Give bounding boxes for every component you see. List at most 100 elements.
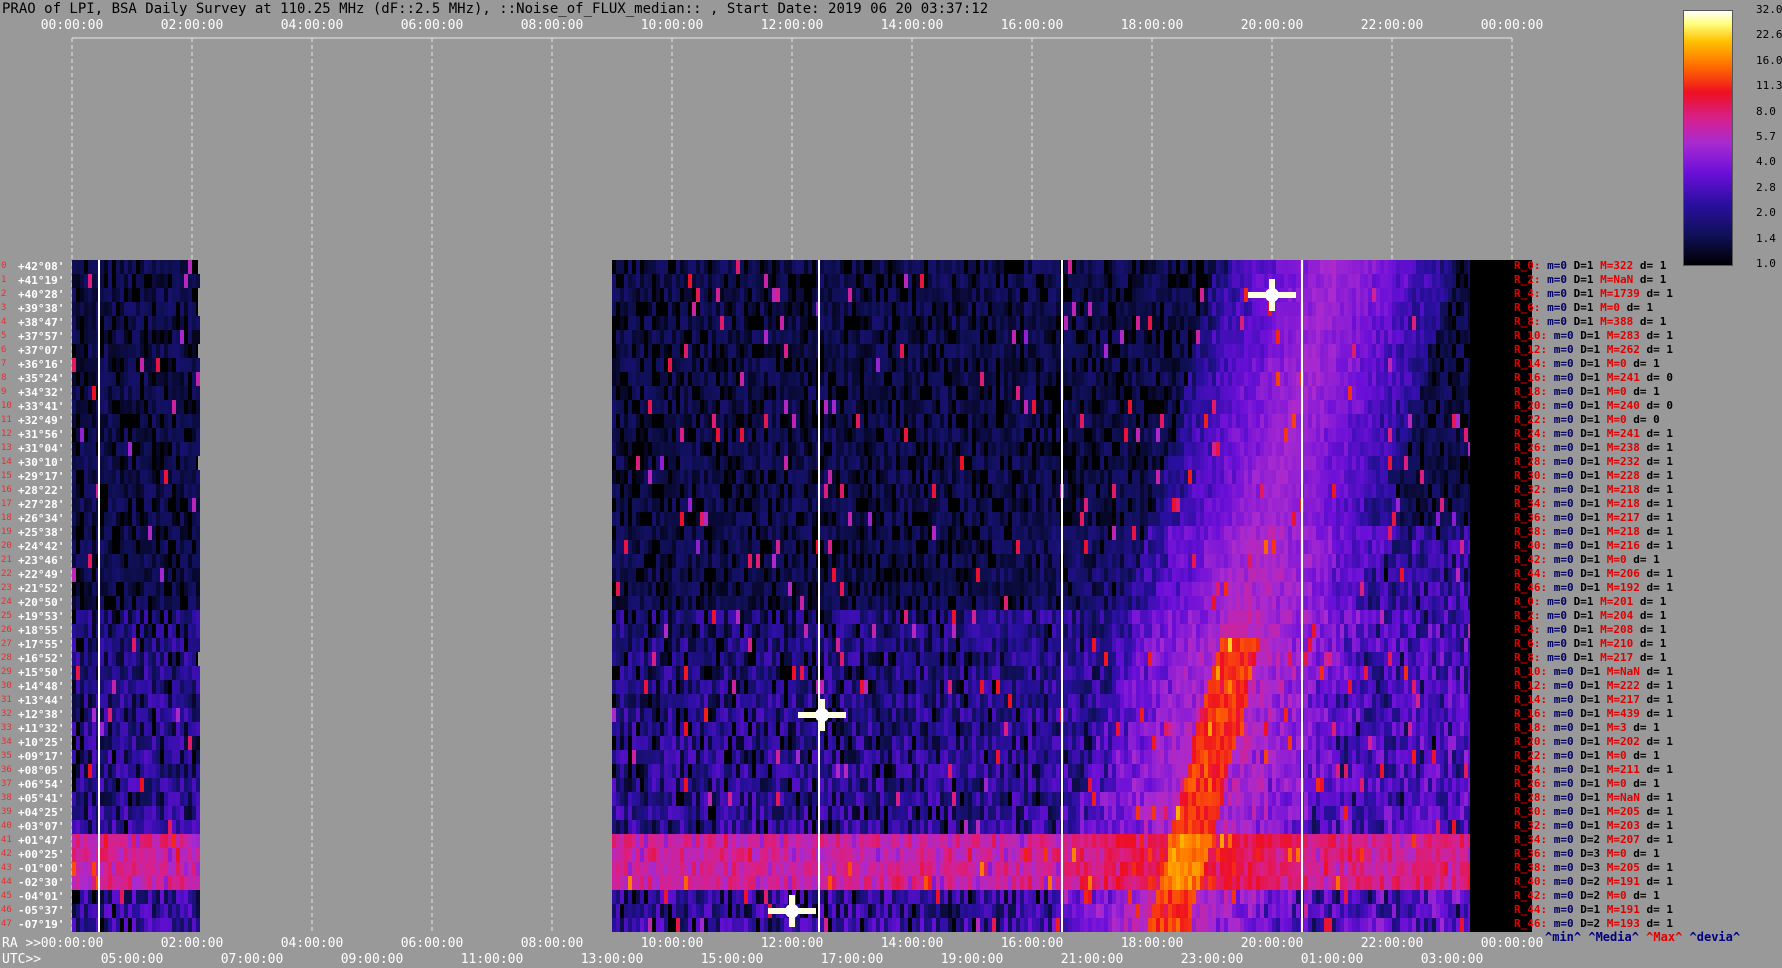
- heatmap-cell: [904, 400, 908, 414]
- heatmap-cell: [1120, 330, 1124, 344]
- heatmap-cell: [1072, 470, 1076, 484]
- heatmap-cell: [1324, 260, 1328, 274]
- heatmap-cell: [76, 876, 80, 890]
- heatmap-cell: [1340, 260, 1344, 274]
- heatmap-cell: [980, 288, 984, 302]
- heatmap-cell: [1352, 470, 1356, 484]
- heatmap-cell: [1392, 470, 1396, 484]
- heatmap-cell: [112, 638, 116, 652]
- heatmap-cell: [164, 876, 168, 890]
- heatmap-cell: [1128, 400, 1132, 414]
- heatmap-cell: [128, 400, 132, 414]
- heatmap-cell: [964, 302, 968, 316]
- heatmap-cell: [168, 568, 172, 582]
- heatmap-cell: [696, 260, 700, 274]
- heatmap-cell: [1260, 260, 1264, 274]
- heatmap-cell: [116, 904, 120, 918]
- heatmap-cell: [1228, 498, 1232, 512]
- heatmap-cell: [1140, 344, 1144, 358]
- heatmap-cell: [616, 428, 620, 442]
- heatmap-cell: [628, 414, 632, 428]
- heatmap-cell: [188, 834, 192, 848]
- heatmap-cell: [1416, 260, 1420, 274]
- heatmap-cell: [1348, 498, 1352, 512]
- heatmap-cell: [1008, 400, 1012, 414]
- heatmap-cell: [1448, 316, 1452, 330]
- heatmap-cell: [832, 316, 836, 330]
- heatmap-cell: [1236, 330, 1240, 344]
- heatmap-cell: [156, 582, 160, 596]
- heatmap-cell: [80, 778, 84, 792]
- heatmap-cell: [936, 288, 940, 302]
- heatmap-cell: [1016, 386, 1020, 400]
- heatmap-cell: [1076, 302, 1080, 316]
- heatmap-cell: [172, 274, 176, 288]
- heatmap-cell: [140, 596, 144, 610]
- heatmap-cell: [104, 344, 108, 358]
- heatmap-cell: [1008, 330, 1012, 344]
- heatmap-cell: [1248, 372, 1252, 386]
- heatmap-cell: [1404, 470, 1408, 484]
- heatmap-cell: [1056, 456, 1060, 470]
- heatmap-cell: [196, 680, 200, 694]
- heatmap-cell: [732, 372, 736, 386]
- heatmap-cell: [1088, 414, 1092, 428]
- heatmap-cell: [1440, 288, 1444, 302]
- heatmap-cell: [1244, 274, 1248, 288]
- heatmap-cell: [1368, 512, 1372, 526]
- heatmap-cell: [1436, 428, 1440, 442]
- heatmap-cell: [76, 708, 80, 722]
- heatmap-cell: [1040, 386, 1044, 400]
- heatmap-cell: [876, 316, 880, 330]
- heatmap-cell: [1312, 330, 1316, 344]
- heatmap-cell: [1456, 484, 1460, 498]
- heatmap-cell: [1104, 484, 1108, 498]
- heatmap-cell: [1408, 344, 1412, 358]
- heatmap-cell: [724, 372, 728, 386]
- heatmap-cell: [928, 414, 932, 428]
- heatmap-cell: [840, 414, 844, 428]
- heatmap-cell: [1128, 442, 1132, 456]
- heatmap-cell: [1424, 330, 1428, 344]
- heatmap-cell: [824, 428, 828, 442]
- heatmap-cell: [196, 470, 200, 484]
- heatmap-cell: [1248, 428, 1252, 442]
- heatmap-cell: [1432, 470, 1436, 484]
- heatmap-cell: [872, 372, 876, 386]
- heatmap-cell: [80, 344, 84, 358]
- heatmap-cell: [1336, 428, 1340, 442]
- heatmap-cell: [768, 372, 772, 386]
- heatmap-cell: [924, 470, 928, 484]
- heatmap-cell: [92, 680, 96, 694]
- heatmap-cell: [1092, 316, 1096, 330]
- heatmap-cell: [856, 344, 860, 358]
- heatmap-cell: [172, 876, 176, 890]
- heatmap-cell: [924, 498, 928, 512]
- heatmap-cell: [1192, 302, 1196, 316]
- heatmap-cell: [1076, 526, 1080, 540]
- heatmap-cell: [144, 596, 148, 610]
- heatmap-cell: [192, 736, 196, 750]
- heatmap-cell: [1408, 302, 1412, 316]
- heatmap-cell: [1032, 498, 1036, 512]
- heatmap-cell: [1200, 344, 1204, 358]
- heatmap-cell: [1280, 484, 1284, 498]
- heatmap-cell: [156, 792, 160, 806]
- heatmap-cell: [1276, 512, 1280, 526]
- heatmap-cell: [1140, 470, 1144, 484]
- heatmap-cell: [1340, 414, 1344, 428]
- heatmap-cell: [124, 806, 128, 820]
- heatmap-cell: [156, 512, 160, 526]
- heatmap-cell: [1212, 456, 1216, 470]
- heatmap-cell: [1388, 414, 1392, 428]
- heatmap-cell: [868, 372, 872, 386]
- heatmap-cell: [772, 344, 776, 358]
- heatmap-cell: [896, 344, 900, 358]
- heatmap-cell: [836, 512, 840, 526]
- heatmap-cell: [772, 512, 776, 526]
- heatmap-cell: [120, 736, 124, 750]
- heatmap-cell: [1024, 512, 1028, 526]
- heatmap-cell: [124, 666, 128, 680]
- heatmap-cell: [884, 344, 888, 358]
- heatmap-cell: [1032, 372, 1036, 386]
